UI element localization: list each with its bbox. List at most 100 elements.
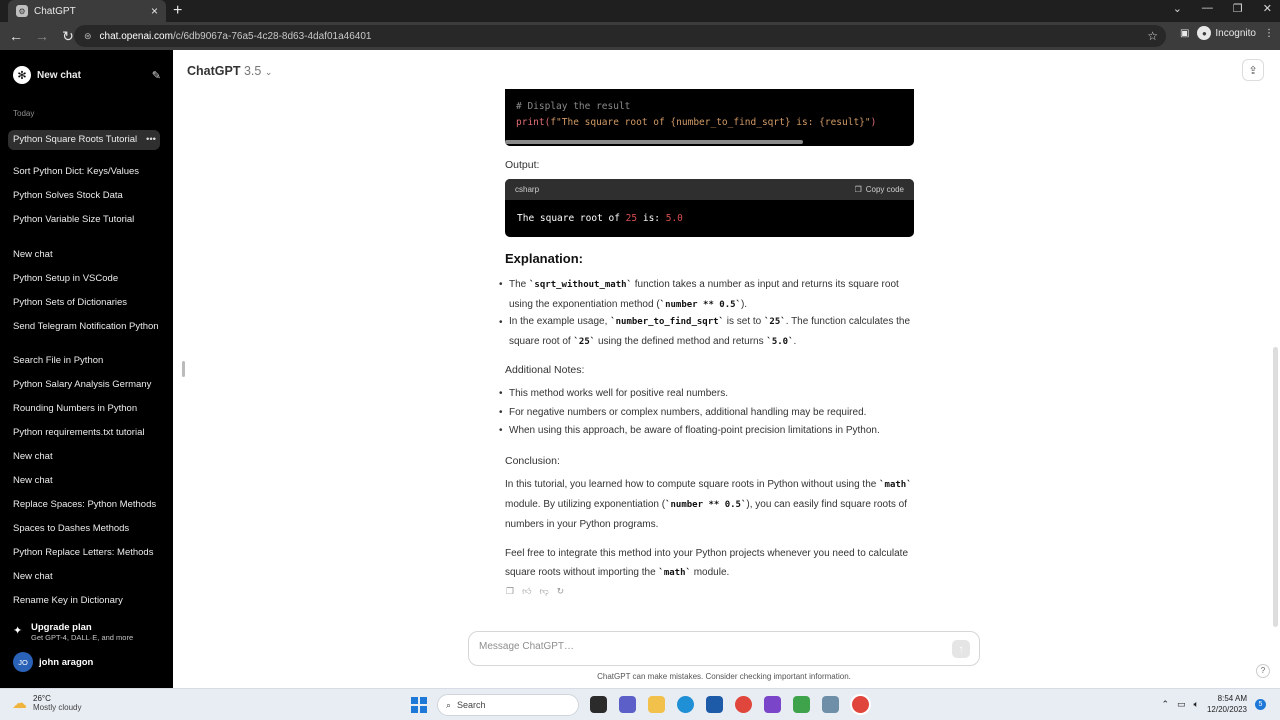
sidebar-chat-item[interactable]: Rename Key in Dictionary [13,594,160,608]
incognito-indicator[interactable]: ● Incognito [1197,26,1256,40]
explanation-bullet-2: In the example usage, `number_to_find_sq… [509,316,911,347]
app-icon[interactable] [764,696,781,713]
teams-icon[interactable] [619,696,636,713]
sidebar-chat-item[interactable]: Python Variable Size Tutorial [13,213,160,227]
compose-icon[interactable]: ✎ [152,69,161,82]
weather-condition: Mostly cloudy [33,703,82,712]
disclaimer-text: ChatGPT can make mistakes. Consider chec… [597,672,851,681]
sidebar-chat-item[interactable]: New chat [13,450,160,464]
sidebar-chat-item[interactable]: Python Replace Letters: Methods [13,546,160,560]
code-horizontal-scrollbar[interactable] [505,140,803,144]
url-path: /c/6db9067a-76a5-4c28-8d63-4daf01a46401 [172,30,372,42]
model-selector[interactable]: ChatGPT 3.5 ⌄ [187,64,272,78]
avatar: JO [13,652,33,672]
incognito-label: Incognito [1215,27,1256,39]
forward-icon[interactable]: → [32,28,52,44]
close-window-icon[interactable]: ✕ [1263,2,1272,15]
sidebar-chat-item[interactable]: New chat [13,570,160,584]
browser-menu-icon[interactable]: ⋮ [1264,28,1274,39]
network-icon[interactable]: ▭ [1177,699,1186,710]
sidebar-chat-item[interactable]: Search File in Python [13,354,160,368]
remote-desktop-icon[interactable] [822,696,839,713]
code-block-output: csharp ❐ Copy code The square root of 25… [505,179,914,237]
close-tab-icon[interactable]: × [151,4,158,18]
clock-time: 8:54 AM [1217,694,1247,703]
sidebar-chat-item[interactable]: Spaces to Dashes Methods [13,522,160,536]
windows-start-icon[interactable] [411,697,427,713]
code-print-line: print(f"The square root of {number_to_fi… [516,117,877,128]
sidebar-chat-item[interactable]: Python Setup in VSCode [13,272,160,286]
restore-icon[interactable]: ❐ [1233,2,1243,15]
send-arrow-icon[interactable]: ↑ [952,640,970,658]
sidebar-chat-item[interactable]: New chat [13,248,160,262]
sidebar-chat-label: Python Square Roots Tutorial [13,134,138,145]
side-panel-icon[interactable]: ▣ [1180,28,1189,39]
tab-search-icon[interactable]: ⌄ [1173,2,1182,15]
code-language: csharp [515,185,540,194]
chrome-icon[interactable] [735,696,752,713]
os-taskbar: ☁ 26°C Mostly cloudy ⌕ Search ⌃ ▭ 🔈︎ 8:5… [0,688,1280,720]
notification-badge[interactable]: 5 [1255,698,1266,710]
output-label: Output: [505,159,540,171]
cloud-sun-icon: ☁ [12,695,27,712]
bullet-dot: • [499,279,503,290]
sidebar-chat-item[interactable]: Python requirements.txt tutorial [13,426,160,440]
copy-code-button[interactable]: ❐ Copy code [855,185,904,194]
thumbs-down-icon[interactable]: 👎︎ [539,586,548,597]
site-info-icon[interactable]: ⊜ [84,31,92,42]
address-bar[interactable]: ⊜ chat.openai.com /c/6db9067a-76a5-4c28-… [74,25,1166,47]
help-icon[interactable]: ? [1256,664,1270,678]
copy-icon[interactable]: ❐ [506,586,514,597]
minimize-icon[interactable]: — [1202,2,1213,15]
message-input[interactable] [479,641,939,652]
upgrade-plan-button[interactable]: ✦ Upgrade plan Get GPT-4, DALL·E, and mo… [13,622,133,642]
model-version: 3.5 [243,64,262,78]
sidebar-chat-item[interactable]: Send Telegram Notification Python [13,320,160,334]
toolbar-right: ▣ ● Incognito ⋮ [1180,26,1274,40]
code-comment: # Display the result [516,101,631,112]
window-controls: ⌄ — ❐ ✕ [1173,2,1272,15]
additional-notes-label: Additional Notes: [505,364,585,376]
bullet-dot: • [499,388,503,399]
share-icon[interactable]: ⇪ [1242,59,1264,81]
clock-date: 12/20/2023 [1206,705,1247,714]
back-icon[interactable]: ← [6,28,26,44]
browser-toolbar: ← → ↻ ⊜ chat.openai.com /c/6db9067a-76a5… [0,22,1280,50]
weather-temp: 26°C [33,694,51,703]
chrome-incognito-icon[interactable] [852,696,869,713]
chevron-up-icon[interactable]: ⌃ [1161,699,1169,710]
message-composer: ↑ [468,631,980,666]
weather-widget[interactable]: ☁ 26°C Mostly cloudy [12,694,81,712]
volume-icon[interactable]: 🔈︎ [1194,699,1199,710]
chatgpt-favicon-icon: ⚙ [16,5,28,17]
sidebar-chat-item[interactable]: Replace Spaces: Python Methods [13,498,160,512]
scrollbar[interactable] [1273,347,1278,627]
sidebar: ✻ New chat ✎ Today Python Square Roots T… [0,50,173,688]
regenerate-icon[interactable]: ↻ [557,586,565,597]
sidebar-chat-item[interactable]: Python Sets of Dictionaries [13,296,160,310]
new-chat-button[interactable]: ✻ New chat ✎ [13,65,161,85]
store-icon[interactable] [706,696,723,713]
taskbar-search[interactable]: ⌕ Search [437,694,579,716]
user-menu[interactable]: JO john aragon [13,652,93,672]
browser-tabstrip: ⚙ ChatGPT × + ⌄ — ❐ ✕ [0,0,1280,22]
more-options-icon[interactable]: ••• [146,130,156,150]
thumbs-up-icon[interactable]: 👍︎ [522,586,531,597]
spreadsheet-icon[interactable] [793,696,810,713]
edge-icon[interactable] [677,696,694,713]
bookmark-star-icon[interactable]: ☆ [1147,29,1158,43]
sidebar-chat-item[interactable]: Python Salary Analysis Germany [13,378,160,392]
sidebar-chat-item[interactable]: New chat [13,474,160,488]
browser-tab[interactable]: ⚙ ChatGPT × [8,0,166,22]
sidebar-chat-item[interactable]: Rounding Numbers in Python [13,402,160,416]
new-tab-icon[interactable]: + [173,2,182,20]
sparkle-icon: ✦ [13,625,23,637]
task-view-icon[interactable] [590,696,607,713]
sidebar-collapse-handle[interactable] [182,361,185,377]
file-explorer-icon[interactable] [648,696,665,713]
clock[interactable]: 8:54 AM 12/20/2023 [1207,693,1247,715]
sidebar-chat-active[interactable]: Python Square Roots Tutorial ••• [8,130,160,150]
sidebar-chat-item[interactable]: Python Solves Stock Data [13,189,160,203]
sidebar-chat-item[interactable]: Sort Python Dict: Keys/Values [13,165,160,179]
new-chat-label: New chat [37,69,81,81]
